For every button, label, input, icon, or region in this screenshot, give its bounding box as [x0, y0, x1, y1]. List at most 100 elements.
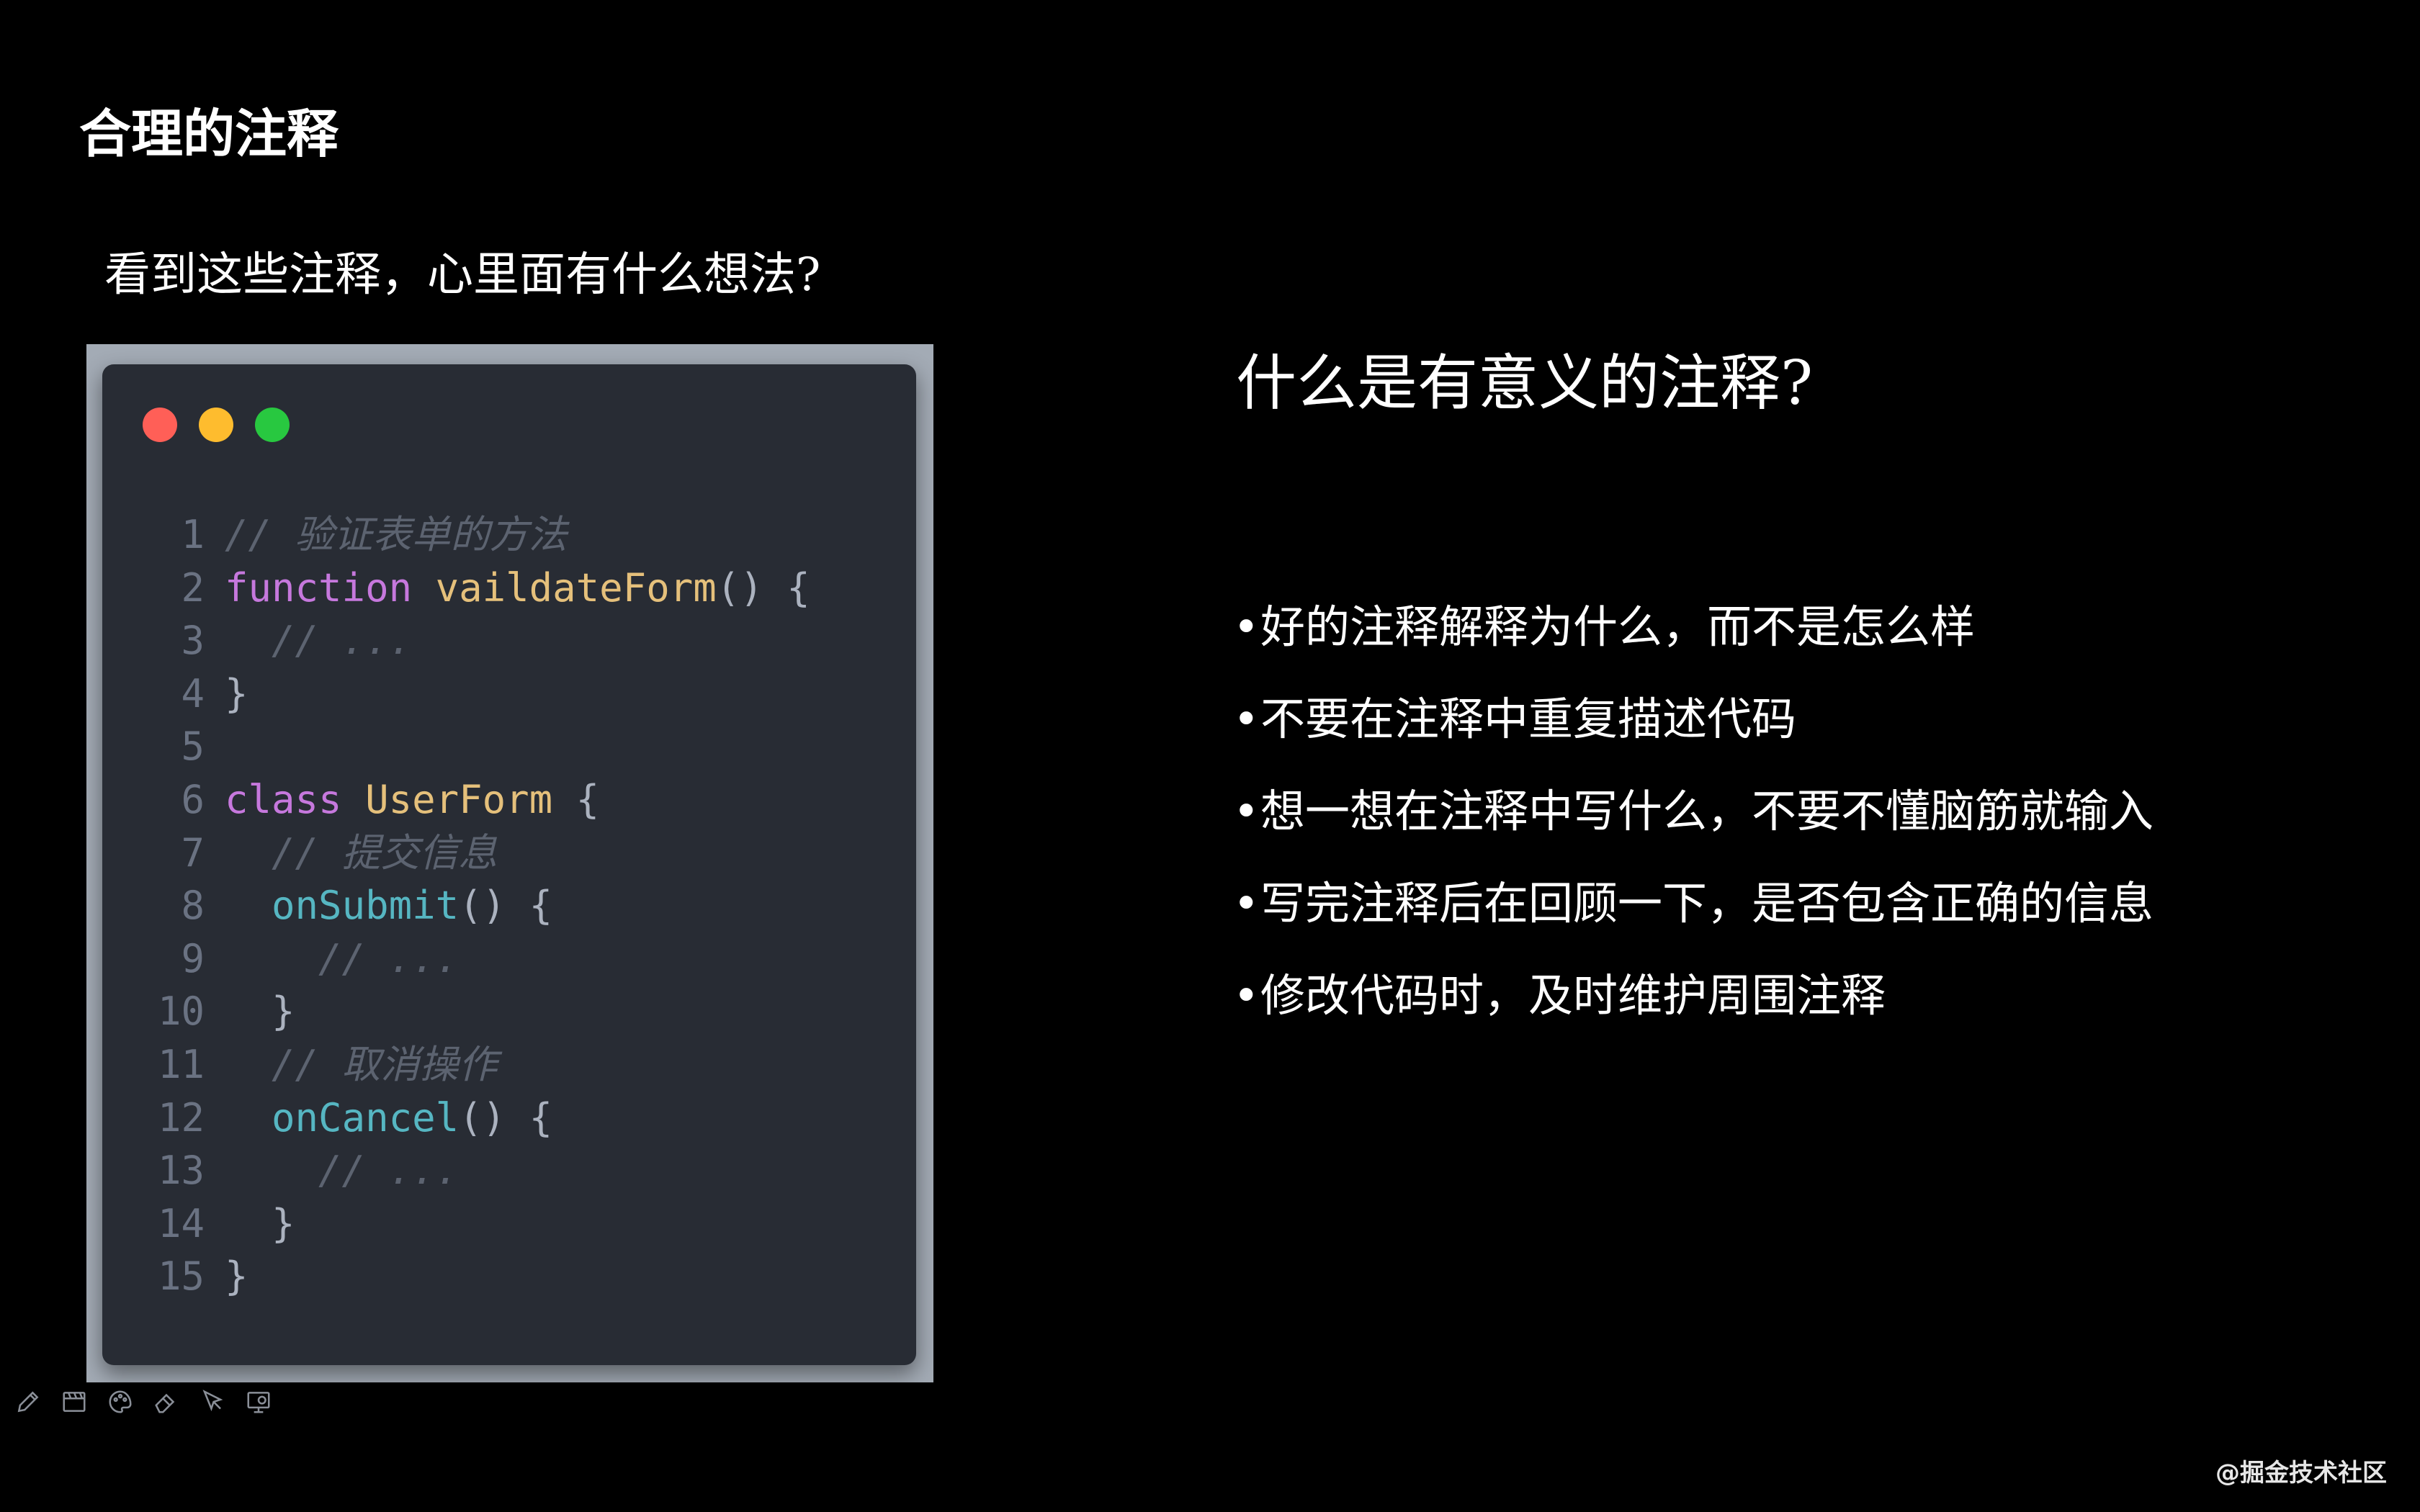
- code-line: 11 // 取消操作: [153, 1038, 810, 1092]
- code-token: // 提交信息: [225, 829, 498, 876]
- code-line: 5: [153, 720, 810, 773]
- code-token: UserForm: [365, 776, 553, 822]
- line-number: 13: [157, 1148, 205, 1194]
- bullet-text: 写完注释后在回顾一下，是否包含正确的信息: [1260, 877, 2154, 930]
- line-number: 3: [181, 618, 205, 664]
- bullet-icon: •: [1233, 693, 1260, 745]
- line-number: 2: [181, 564, 205, 611]
- slide-title: 合理的注释: [79, 104, 339, 164]
- line-number: 1: [181, 512, 205, 557]
- line-number: 4: [181, 670, 205, 716]
- bullet-item: •写完注释后在回顾一下，是否包含正确的信息: [1233, 881, 2154, 973]
- screen-icon[interactable]: [245, 1388, 272, 1416]
- line-number: 12: [157, 1094, 205, 1140]
- code-token: // 取消操作: [225, 1041, 498, 1087]
- code-token: // 验证表单的方法: [225, 512, 568, 557]
- minimize-dot-icon: [199, 408, 233, 442]
- code-line: 1 // 验证表单的方法: [153, 508, 810, 562]
- code-content: // ...: [225, 1144, 459, 1197]
- code-content: }: [225, 667, 248, 721]
- code-content: onSubmit() {: [225, 879, 552, 932]
- code-content: class UserForm {: [225, 773, 599, 827]
- line-number: 9: [181, 935, 205, 981]
- code-token: }: [225, 670, 248, 716]
- code-token: {: [552, 776, 600, 822]
- maximize-dot-icon: [255, 408, 290, 442]
- code-line: 15}: [153, 1250, 810, 1303]
- code-content: }: [225, 1250, 248, 1303]
- pointer-icon[interactable]: [199, 1388, 226, 1416]
- code-content: // ...: [225, 614, 412, 667]
- code-screenshot-frame: 1// 验证表单的方法 2 function vaildateForm() {3 /…: [86, 344, 933, 1382]
- watermark: @掘金技术社区: [2215, 1459, 2387, 1488]
- code-token: }: [225, 1200, 295, 1246]
- line-number: 8: [181, 883, 205, 929]
- line-number: 11: [157, 1041, 205, 1087]
- code-line: 7 // 提交信息: [153, 827, 810, 880]
- code-token: }: [225, 989, 295, 1035]
- code-line: 12 onCancel() {: [153, 1092, 810, 1145]
- code-content: }: [225, 985, 295, 1038]
- window-controls: [143, 408, 290, 442]
- code-line: 2 function vaildateForm() {: [153, 562, 810, 615]
- bullet-item: •不要在注释中重复描述代码: [1233, 697, 2154, 789]
- eraser-icon[interactable]: [153, 1388, 180, 1416]
- code-line: 6 class UserForm {: [153, 773, 810, 827]
- code-token: class: [225, 776, 366, 822]
- line-number: 15: [157, 1254, 205, 1300]
- code-content: onCancel() {: [225, 1092, 552, 1145]
- code-line: 4}: [153, 667, 810, 721]
- code-token: }: [225, 1254, 248, 1300]
- code-line: 3 // ...: [153, 614, 810, 667]
- code-token: vaildateForm: [435, 564, 717, 611]
- bullet-icon: •: [1233, 969, 1260, 1022]
- code-content: // 取消操作: [225, 1038, 498, 1092]
- code-line: 8 onSubmit() {: [153, 879, 810, 932]
- code-block: 1// 验证表单的方法 2 function vaildateForm() {3 /…: [153, 508, 810, 1303]
- bullet-icon: •: [1233, 785, 1260, 837]
- code-token: () {: [716, 564, 810, 611]
- code-token: onCancel: [272, 1094, 460, 1140]
- line-number: 5: [181, 724, 205, 770]
- code-token: // ...: [225, 935, 460, 981]
- bullet-text: 想一想在注释中写什么，不要不懂脑筋就输入: [1260, 785, 2154, 837]
- line-number: 10: [157, 989, 205, 1035]
- bullet-icon: •: [1233, 600, 1260, 653]
- code-token: // ...: [225, 1148, 460, 1194]
- bullet-item: •修改代码时，及时维护周围注释: [1233, 973, 2154, 1066]
- code-token: // ...: [225, 618, 413, 664]
- code-line: 13 // ...: [153, 1144, 810, 1197]
- code-token: function: [225, 564, 436, 611]
- palette-icon[interactable]: [107, 1388, 134, 1416]
- code-line: 14 }: [153, 1197, 810, 1251]
- bullet-item: •好的注释解释为什么，而不是怎么样: [1233, 605, 2154, 697]
- code-content: // 验证表单的方法: [225, 508, 568, 562]
- code-content: }: [225, 1197, 295, 1251]
- code-token: onSubmit: [272, 883, 460, 929]
- bullet-text: 修改代码时，及时维护周围注释: [1260, 969, 1886, 1022]
- bullet-text: 好的注释解释为什么，而不是怎么样: [1260, 600, 1976, 653]
- bullet-icon: •: [1233, 877, 1260, 930]
- clapperboard-icon[interactable]: [60, 1388, 88, 1416]
- close-dot-icon: [143, 408, 177, 442]
- section-heading: 什么是有意义的注释?: [1236, 348, 1814, 418]
- line-number: 6: [181, 776, 205, 822]
- line-number: 7: [181, 829, 205, 876]
- bullet-item: •想一想在注释中写什么，不要不懂脑筋就输入: [1233, 789, 2154, 881]
- code-token: () {: [459, 883, 553, 929]
- code-content: // ...: [225, 932, 459, 986]
- code-line: 9 // ...: [153, 932, 810, 986]
- presentation-toolbar: [14, 1388, 272, 1416]
- slide-question: 看到这些注释，心里面有什么想法?: [104, 248, 821, 302]
- bullet-list: •好的注释解释为什么，而不是怎么样 •不要在注释中重复描述代码 •想一想在注释中…: [1233, 605, 2154, 1066]
- pencil-icon[interactable]: [14, 1388, 42, 1416]
- code-window: 1// 验证表单的方法 2 function vaildateForm() {3 /…: [102, 364, 916, 1365]
- code-content: // 提交信息: [225, 827, 498, 880]
- bullet-text: 不要在注释中重复描述代码: [1260, 693, 1797, 745]
- code-token: () {: [459, 1094, 553, 1140]
- code-content: function vaildateForm() {: [225, 562, 810, 615]
- line-number: 14: [157, 1200, 205, 1246]
- code-line: 10 }: [153, 985, 810, 1038]
